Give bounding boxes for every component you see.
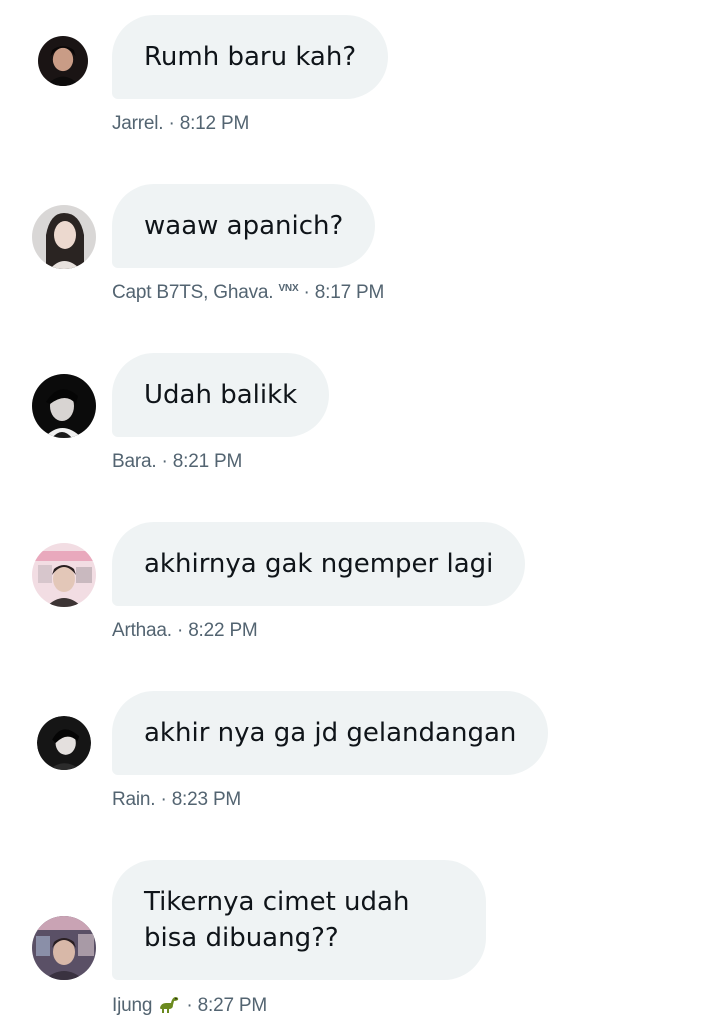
separator: · <box>303 282 310 303</box>
message-meta: Jarrel. · 8:12 PM <box>112 113 249 135</box>
separator: · <box>176 620 184 641</box>
message-bubble[interactable]: Tikernya cimet udah bisa dibuang?? <box>112 860 486 980</box>
sender-name[interactable]: Capt B7TS, Ghava. <box>112 282 274 303</box>
separator: · <box>160 789 167 810</box>
sender-name[interactable]: Bara. <box>112 451 157 472</box>
dinosaur-icon <box>157 994 181 1020</box>
avatar[interactable] <box>32 916 96 980</box>
message-bubble[interactable]: akhir nya ga jd gelandangan <box>112 691 549 775</box>
avatar[interactable] <box>37 716 91 770</box>
message-meta: Rain. · 8:23 PM <box>112 789 241 811</box>
message-meta: Bara. · 8:21 PM <box>112 451 242 473</box>
timestamp: 8:27 PM <box>197 995 268 1016</box>
message-bubble[interactable]: akhirnya gak ngemper lagi <box>112 522 526 606</box>
separator: · <box>161 451 168 472</box>
timestamp: 8:12 PM <box>179 113 250 134</box>
message-bubble[interactable]: Udah balikk <box>112 353 330 437</box>
message-meta: Arthaa. · 8:22 PM <box>112 620 258 642</box>
message-meta: Ijung · 8:27 PM <box>112 994 267 1020</box>
message-meta: Capt B7TS, Ghava. VNX · 8:17 PM <box>112 282 384 304</box>
sender-suffix: VNX <box>278 283 299 294</box>
sender-name[interactable]: Jarrel. <box>112 113 164 134</box>
avatar[interactable] <box>32 543 96 607</box>
timestamp: 8:21 PM <box>172 451 243 472</box>
message-bubble[interactable]: waaw apanich? <box>112 184 376 268</box>
timestamp: 8:22 PM <box>188 620 258 641</box>
separator: · <box>168 113 175 134</box>
message-bubble[interactable]: Rumh baru kah? <box>112 15 389 99</box>
avatar[interactable] <box>32 205 96 269</box>
timestamp: 8:23 PM <box>171 789 242 810</box>
sender-name[interactable]: Rain. <box>112 789 156 810</box>
timestamp: 8:17 PM <box>314 282 385 303</box>
avatar[interactable] <box>32 374 96 438</box>
avatar[interactable] <box>38 36 88 86</box>
separator: · <box>186 995 193 1016</box>
sender-name[interactable]: Ijung <box>112 995 152 1016</box>
sender-name[interactable]: Arthaa. <box>112 620 172 641</box>
